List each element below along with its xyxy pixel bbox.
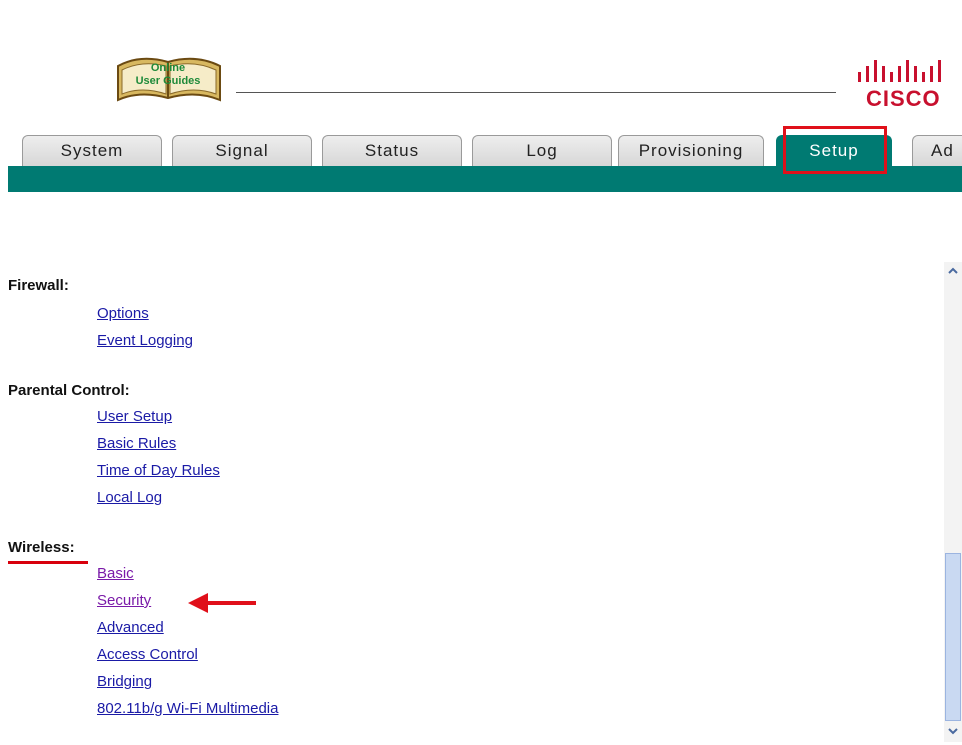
wireless-annotation-underline: [8, 561, 88, 564]
tab-log[interactable]: Log: [472, 135, 612, 167]
link-wifi-multimedia[interactable]: 802.11b/g Wi-Fi Multimedia: [97, 700, 278, 717]
svg-text:Online: Online: [151, 62, 185, 74]
link-event-logging[interactable]: Event Logging: [97, 332, 193, 349]
link-bridging[interactable]: Bridging: [97, 673, 152, 690]
setup-highlight-box: [783, 126, 887, 174]
wireless-heading: Wireless:: [8, 539, 75, 556]
open-book-icon: Online User Guides: [117, 57, 221, 102]
scrollbar-thumb[interactable]: [945, 553, 961, 721]
link-user-setup[interactable]: User Setup: [97, 408, 172, 425]
chevron-down-icon[interactable]: [944, 722, 962, 740]
svg-text:User Guides: User Guides: [136, 75, 201, 87]
header-divider: [236, 92, 836, 93]
cisco-logo: CISCO: [852, 58, 962, 118]
link-basic-rules[interactable]: Basic Rules: [97, 435, 176, 452]
tab-provisioning[interactable]: Provisioning: [618, 135, 764, 167]
link-time-of-day-rules[interactable]: Time of Day Rules: [97, 462, 220, 479]
link-wireless-basic[interactable]: Basic: [97, 565, 134, 582]
red-arrow-icon: [188, 592, 258, 614]
chevron-up-icon[interactable]: [944, 262, 962, 280]
link-access-control[interactable]: Access Control: [97, 646, 198, 663]
cisco-wordmark: CISCO: [866, 86, 941, 111]
tab-status[interactable]: Status: [322, 135, 462, 167]
tab-signal[interactable]: Signal: [172, 135, 312, 167]
parental-control-heading: Parental Control:: [8, 382, 130, 399]
tab-system[interactable]: System: [22, 135, 162, 167]
online-user-guides-logo[interactable]: Online User Guides: [110, 48, 228, 108]
link-wireless-security[interactable]: Security: [97, 592, 151, 609]
firewall-heading: Firewall:: [8, 277, 69, 294]
link-local-log[interactable]: Local Log: [97, 489, 162, 506]
link-firewall-options[interactable]: Options: [97, 305, 149, 322]
link-wireless-advanced[interactable]: Advanced: [97, 619, 164, 636]
tab-admin[interactable]: Ad: [912, 135, 962, 167]
cisco-bars-icon: [858, 60, 941, 82]
